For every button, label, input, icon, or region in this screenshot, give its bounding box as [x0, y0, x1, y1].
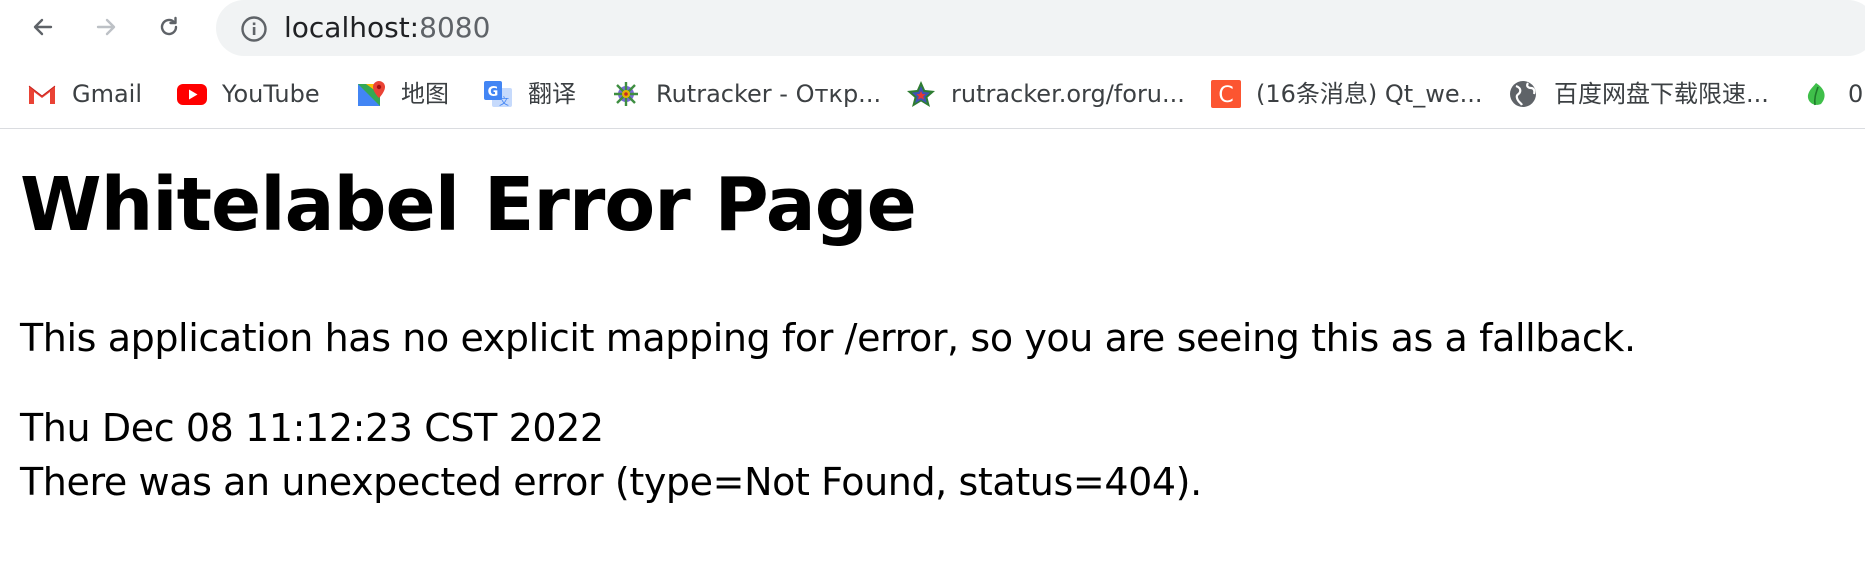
leaf-icon — [1807, 83, 1825, 106]
page-title: Whitelabel Error Page — [20, 162, 917, 248]
youtube-icon — [177, 84, 207, 105]
error-timestamp: Thu Dec 08 11:12:23 CST 2022 — [20, 406, 604, 450]
browser-toolbar: localhost:8080 — [0, 0, 1865, 58]
gmail-icon — [28, 85, 56, 104]
arrow-right-icon — [96, 18, 116, 36]
star-icon — [907, 81, 935, 107]
bookmark-label: YouTube — [222, 80, 320, 108]
rutracker-icon — [614, 82, 638, 106]
svg-text:G: G — [488, 85, 499, 100]
bookmark-label: 0 — [1848, 80, 1864, 108]
bookmark-label: Gmail — [72, 80, 143, 108]
back-button[interactable] — [24, 8, 62, 46]
url-port: 8080 — [419, 11, 491, 44]
svg-text:C: C — [1218, 83, 1233, 108]
arrow-left-icon — [33, 18, 53, 36]
globe-icon — [1510, 81, 1536, 107]
reload-button[interactable] — [150, 8, 188, 46]
bookmark-label: rutracker.org/foru... — [951, 80, 1185, 108]
url-host: localhost: — [284, 11, 420, 44]
info-icon[interactable] — [240, 15, 268, 43]
translate-icon: G 文 — [484, 81, 512, 108]
address-bar[interactable]: localhost:8080 — [216, 0, 1865, 56]
bookmark-label: 百度网盘下载限速... — [1554, 80, 1769, 108]
fallback-message: This application has no explicit mapping… — [20, 316, 1636, 360]
error-details: There was an unexpected error (type=Not … — [20, 460, 1202, 504]
bookmark-label: 翻译 — [528, 80, 576, 108]
csdn-icon: C — [1211, 80, 1241, 108]
reload-icon — [160, 16, 178, 36]
bookmark-label: 地图 — [401, 80, 449, 108]
svg-text:文: 文 — [499, 95, 509, 108]
bookmarks-bar: Gmail YouTube 地图 G 文 翻译 Rutracker - Откр… — [0, 70, 1865, 129]
bookmark-label: Rutracker - Откр... — [656, 80, 882, 108]
maps-icon — [358, 81, 385, 106]
forward-button[interactable] — [87, 8, 125, 46]
url-text[interactable]: localhost:8080 — [284, 12, 490, 44]
bookmark-label: (16条消息) Qt_we... — [1256, 80, 1483, 108]
